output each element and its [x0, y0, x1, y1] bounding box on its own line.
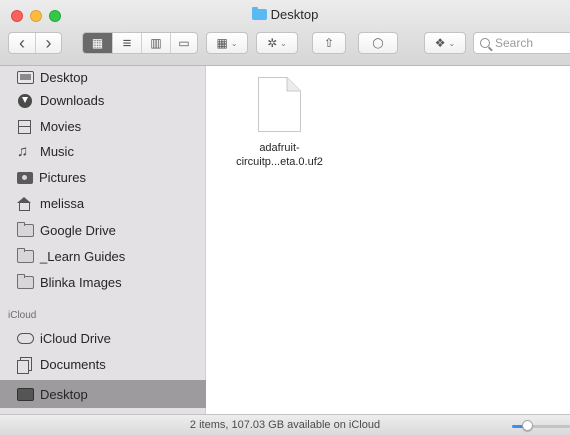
- camera-icon: [17, 171, 33, 184]
- sidebar: Desktop Downloads Movies ♫ Music Picture…: [0, 66, 206, 414]
- toolbar: Desktop ‹ › ▦ ≡ ▥ ▭ ▦ ⌄ ✲ ⌄ ⇧ ◯ ❖ ⌄ Sear…: [0, 0, 570, 66]
- sidebar-item-label: Desktop: [40, 69, 88, 85]
- folder-icon: [17, 274, 34, 289]
- view-mode-control: ▦ ≡ ▥ ▭: [82, 32, 198, 54]
- tag-icon: ◯: [372, 37, 384, 49]
- sidebar-item-documents[interactable]: Documents: [0, 352, 206, 377]
- icon-view-button[interactable]: ▦: [83, 33, 112, 53]
- search-placeholder: Search: [495, 36, 534, 50]
- sidebar-item-icloud-drive[interactable]: iCloud Drive: [0, 326, 206, 351]
- share-button[interactable]: ⇧: [312, 32, 346, 54]
- music-icon: ♫: [17, 143, 29, 160]
- cloud-icon: [17, 333, 34, 344]
- status-bar: 2 items, 107.03 GB available on iCloud: [0, 414, 570, 435]
- sidebar-section-icloud: iCloud: [8, 310, 37, 321]
- sidebar-item-label: Downloads: [40, 93, 105, 108]
- chevron-right-icon: ›: [45, 33, 52, 53]
- arrange-icon: ▦: [216, 36, 228, 50]
- sidebar-item-learn-guides[interactable]: _Learn Guides: [0, 244, 206, 269]
- sidebar-item-desktop-local[interactable]: Desktop: [0, 66, 206, 88]
- sidebar-item-label: Pictures: [39, 170, 86, 185]
- chevron-down-icon: ⌄: [448, 38, 456, 48]
- chevron-down-icon: ⌄: [230, 38, 238, 48]
- documents-icon: [17, 357, 32, 374]
- home-icon: [17, 196, 32, 211]
- monitor-icon: [17, 387, 34, 401]
- sidebar-item-blinka-images[interactable]: Blinka Images: [0, 270, 206, 295]
- folder-icon: [251, 7, 267, 20]
- sidebar-item-movies[interactable]: Movies: [0, 114, 206, 139]
- chevron-down-icon: ⌄: [280, 38, 287, 48]
- folder-icon: [17, 222, 34, 237]
- sidebar-item-music[interactable]: ♫ Music: [0, 139, 206, 164]
- folder-icon: [17, 248, 34, 263]
- back-button[interactable]: ‹: [9, 33, 35, 53]
- sidebar-item-label: Desktop: [40, 386, 88, 402]
- sidebar-item-desktop-icloud[interactable]: Desktop: [0, 380, 206, 408]
- sidebar-item-melissa[interactable]: melissa: [0, 191, 206, 216]
- sidebar-item-label: Google Drive: [40, 223, 116, 238]
- search-field[interactable]: Search: [473, 32, 570, 54]
- finder-window: Desktop ‹ › ▦ ≡ ▥ ▭ ▦ ⌄ ✲ ⌄ ⇧ ◯ ❖ ⌄ Sear…: [0, 0, 570, 435]
- film-icon: [18, 119, 31, 134]
- sidebar-item-label: Documents: [40, 357, 106, 372]
- arrange-button[interactable]: ▦ ⌄: [206, 32, 248, 54]
- search-icon: [480, 38, 490, 48]
- forward-button[interactable]: ›: [35, 33, 61, 53]
- column-view-button[interactable]: ▥: [141, 33, 170, 53]
- sidebar-item-label: Blinka Images: [40, 275, 122, 290]
- nav-buttons: ‹ ›: [8, 32, 62, 54]
- sidebar-item-google-drive[interactable]: Google Drive: [0, 218, 206, 243]
- sidebar-item-downloads[interactable]: Downloads: [0, 88, 206, 113]
- download-icon: [18, 93, 32, 108]
- sidebar-item-label: iCloud Drive: [40, 331, 111, 346]
- list-view-button[interactable]: ≡: [112, 33, 141, 53]
- sidebar-item-label: melissa: [40, 196, 85, 211]
- gear-icon: ✲: [267, 36, 278, 50]
- file-browser-content: adafruit- circuitp...eta.0.uf2: [207, 66, 570, 414]
- window-title: Desktop: [0, 7, 570, 22]
- chevron-left-icon: ‹: [19, 33, 25, 53]
- sidebar-item-pictures[interactable]: Pictures: [0, 165, 206, 190]
- gallery-view-button[interactable]: ▭: [170, 33, 197, 53]
- document-icon: [257, 76, 302, 133]
- gallery-icon: ▭: [178, 36, 190, 50]
- icon-size-slider[interactable]: [512, 425, 570, 428]
- document-graphic: [258, 77, 301, 132]
- dropbox-button[interactable]: ❖ ⌄: [424, 32, 466, 54]
- share-icon: ⇧: [323, 36, 335, 50]
- action-button[interactable]: ✲ ⌄: [256, 32, 298, 54]
- list-icon: ≡: [122, 34, 132, 52]
- sidebar-item-label: Music: [40, 144, 74, 159]
- tag-button[interactable]: ◯: [358, 32, 398, 54]
- dropbox-icon: ❖: [434, 36, 446, 50]
- sidebar-item-label: Movies: [40, 119, 82, 134]
- monitor-icon: [17, 70, 34, 84]
- status-text: 2 items, 107.03 GB available on iCloud: [189, 419, 381, 431]
- file-item[interactable]: adafruit- circuitp...eta.0.uf2: [207, 76, 352, 169]
- icon-grid-icon: ▦: [91, 36, 104, 50]
- slider-knob[interactable]: [522, 420, 533, 431]
- file-name: adafruit- circuitp...eta.0.uf2: [236, 142, 323, 168]
- columns-icon: ▥: [150, 36, 162, 50]
- sidebar-item-label: _Learn Guides: [40, 249, 126, 264]
